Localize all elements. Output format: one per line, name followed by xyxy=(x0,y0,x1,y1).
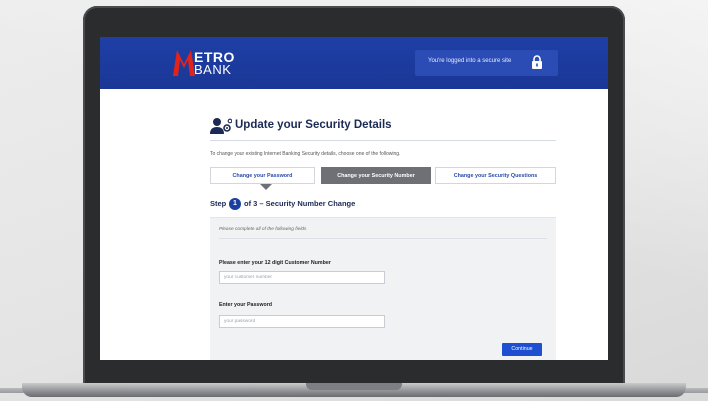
panel-divider xyxy=(219,238,547,239)
laptop-notch xyxy=(306,383,402,390)
logo-text-line2: BANK xyxy=(194,62,232,77)
site-header: ETRO BANK You're logged into a secure si… xyxy=(100,37,608,89)
user-gear-icon xyxy=(210,118,232,134)
tab-change-security-questions[interactable]: Change your Security Questions xyxy=(435,167,556,184)
step-number-badge: 1 xyxy=(229,198,241,210)
lock-icon xyxy=(532,55,542,69)
security-tabs: Change your Password Change your Securit… xyxy=(210,167,556,184)
tab-change-security-number[interactable]: Change your Security Number xyxy=(321,167,431,184)
active-tab-pointer xyxy=(260,184,272,190)
customer-number-input[interactable] xyxy=(219,271,385,284)
browser-screen: ETRO BANK You're logged into a secure si… xyxy=(100,37,608,360)
page-title: Update your Security Details xyxy=(235,119,392,131)
secure-site-text: You're logged into a secure site xyxy=(428,58,512,64)
continue-button[interactable]: Continue xyxy=(502,343,542,356)
logo-m-mark xyxy=(173,50,195,76)
step-prefix: Step xyxy=(210,199,227,208)
tab-change-password[interactable]: Change your Password xyxy=(210,167,315,184)
form-note: Please complete all of the following fie… xyxy=(219,227,307,232)
intro-text: To change your existing Internet Banking… xyxy=(210,151,401,157)
security-form-panel: Please complete all of the following fie… xyxy=(210,217,556,360)
step-description: of 3 – Security Number Change xyxy=(244,199,356,208)
customer-number-label: Please enter your 12 digit Customer Numb… xyxy=(219,260,331,266)
password-input[interactable] xyxy=(219,315,385,328)
secure-site-badge: You're logged into a secure site xyxy=(415,50,558,76)
password-label: Enter your Password xyxy=(219,302,272,308)
title-divider xyxy=(210,140,556,141)
